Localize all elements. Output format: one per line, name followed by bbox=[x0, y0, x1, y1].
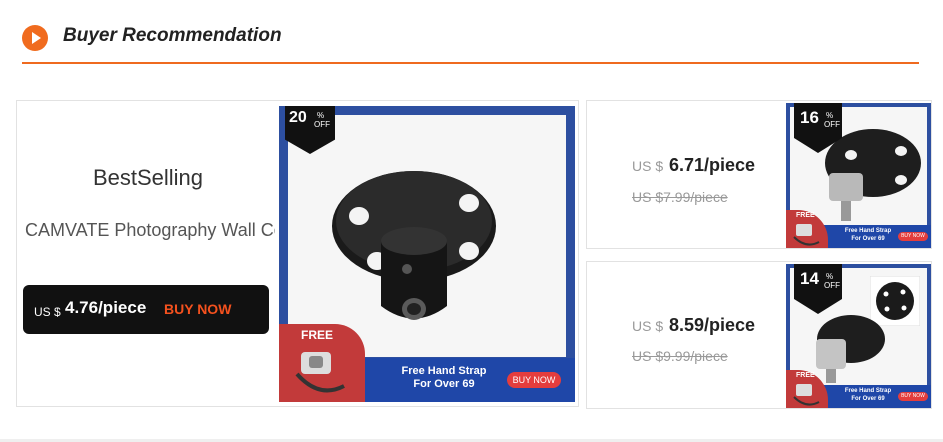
promo-buy-button[interactable]: BUY NOW bbox=[507, 372, 561, 388]
hand-strap-icon bbox=[793, 384, 820, 406]
free-label: FREE bbox=[796, 372, 815, 379]
product-card[interactable]: US $ 6.71/piece US $7.99/piece 16 % OFF … bbox=[586, 100, 932, 249]
promo-line-1: Free Hand Strap bbox=[401, 365, 487, 377]
product-image[interactable]: 14 % OFF Free Hand Strap For Over 69 BUY… bbox=[786, 264, 931, 408]
promo-buy-button[interactable]: BUY NOW bbox=[898, 392, 928, 401]
product-card[interactable]: US $ 8.59/piece US $9.99/piece 14 % OFF … bbox=[586, 261, 932, 409]
discount-number: 14 bbox=[800, 269, 819, 288]
play-icon bbox=[22, 25, 48, 51]
product-image[interactable]: 16 % OFF Free Hand Strap For Over 69 BUY… bbox=[786, 103, 931, 248]
section-header: Buyer Recommendation bbox=[22, 22, 919, 64]
product-image[interactable]: 20 % OFF Free Hand Strap For Over 69 BUY… bbox=[279, 106, 575, 402]
discount-off: OFF bbox=[824, 281, 840, 290]
currency-label: US $ bbox=[632, 158, 664, 174]
promo-line-1: Free Hand Strap bbox=[844, 388, 892, 394]
discount-number: 20 bbox=[289, 109, 307, 126]
promo-line-2: For Over 69 bbox=[851, 236, 885, 242]
promo-line-2: For Over 69 bbox=[851, 396, 885, 402]
mount-flange-image bbox=[332, 171, 496, 320]
currency-label: US $ bbox=[34, 305, 61, 319]
free-label: FREE bbox=[796, 212, 815, 219]
promo-line-2: For Over 69 bbox=[413, 378, 475, 390]
discount-off: OFF bbox=[314, 120, 330, 129]
bestselling-card[interactable]: BestSelling CAMVATE Photography Wall Cei… bbox=[16, 100, 579, 407]
hand-strap-icon bbox=[793, 224, 820, 246]
buy-now-button[interactable]: BUY NOW bbox=[164, 301, 231, 317]
discount-percent: % bbox=[826, 111, 834, 120]
discount-number: 16 bbox=[800, 108, 819, 127]
discount-percent: % bbox=[317, 111, 325, 120]
buy-bar[interactable]: US $ 4.76/piece BUY NOW bbox=[23, 285, 269, 334]
promo-line-1: Free Hand Strap bbox=[844, 228, 892, 234]
discount-off: OFF bbox=[824, 120, 840, 129]
free-gift-badge: FREE bbox=[279, 324, 365, 402]
discount-percent: % bbox=[826, 272, 834, 281]
hand-strap-icon bbox=[295, 352, 345, 393]
free-label: FREE bbox=[301, 328, 334, 342]
original-price: US $7.99/piece bbox=[632, 189, 728, 205]
product-description[interactable]: CAMVATE Photography Wall Ceiling Table M… bbox=[25, 219, 275, 247]
original-price: US $9.99/piece bbox=[632, 348, 728, 364]
currency-label: US $ bbox=[632, 318, 664, 334]
bestselling-heading: BestSelling bbox=[92, 165, 204, 190]
product-price: 4.76/piece bbox=[65, 298, 147, 317]
promo-buy-button[interactable]: BUY NOW bbox=[898, 232, 928, 241]
section-title: Buyer Recommendation bbox=[63, 25, 282, 46]
product-price: 8.59/piece bbox=[669, 315, 756, 335]
product-price: 6.71/piece bbox=[669, 155, 756, 175]
